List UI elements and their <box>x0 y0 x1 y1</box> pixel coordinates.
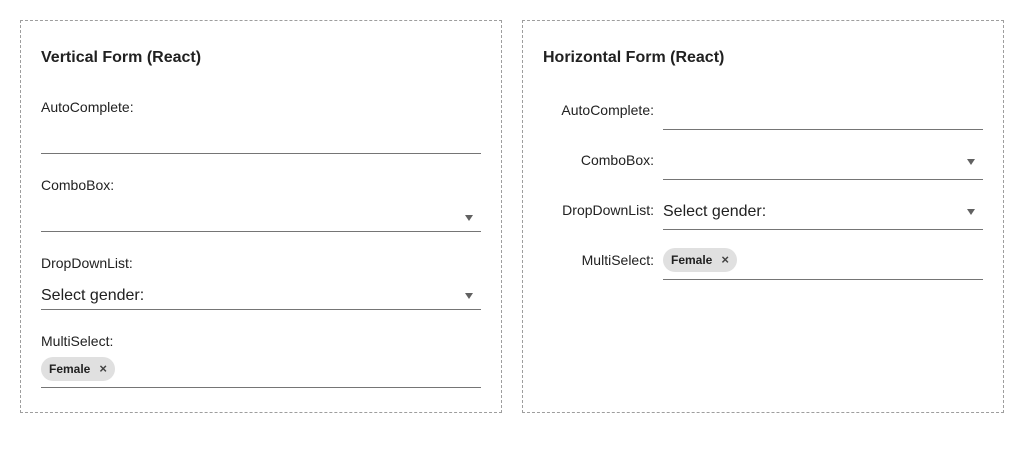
multiselect-label: MultiSelect: <box>41 333 114 349</box>
vertical-dropdownlist-field: DropDownList: Select gender: <box>41 254 481 310</box>
dropdownlist-value: Select gender: <box>41 287 145 304</box>
multiselect-label: MultiSelect: <box>581 252 654 268</box>
combobox-input[interactable] <box>41 204 481 232</box>
horizontal-multiselect-field: MultiSelect: Female × <box>523 240 1003 280</box>
combobox-label: ComboBox: <box>580 152 654 168</box>
vertical-form-title: Vertical Form (React) <box>41 49 202 66</box>
page: Vertical Form (React) AutoComplete: Comb… <box>0 0 1024 452</box>
multiselect-input[interactable]: Female × <box>663 240 983 280</box>
chevron-down-icon[interactable] <box>465 215 473 221</box>
dropdownlist-label: DropDownList: <box>562 202 654 218</box>
combobox-label: ComboBox: <box>41 177 115 193</box>
horizontal-form-panel: Horizontal Form (React) AutoComplete: Co… <box>522 20 1004 413</box>
autocomplete-input[interactable] <box>663 90 983 130</box>
multiselect-input[interactable]: Female × <box>41 357 481 388</box>
vertical-combobox-field: ComboBox: <box>41 176 481 232</box>
horizontal-form-title: Horizontal Form (React) <box>543 49 725 66</box>
close-icon[interactable]: × <box>99 357 107 381</box>
dropdownlist-label: DropDownList: <box>41 255 133 271</box>
autocomplete-input[interactable] <box>41 126 481 154</box>
dropdownlist-input[interactable]: Select gender: <box>41 282 481 310</box>
chevron-down-icon[interactable] <box>465 293 473 299</box>
vertical-form-panel: Vertical Form (React) AutoComplete: Comb… <box>20 20 502 413</box>
chip-label: Female <box>671 253 713 267</box>
chip-label: Female <box>49 362 91 376</box>
vertical-multiselect-field: MultiSelect: Female × <box>41 332 481 388</box>
chevron-down-icon[interactable] <box>967 159 975 165</box>
horizontal-autocomplete-field: AutoComplete: <box>523 90 1003 130</box>
dropdownlist-value: Select gender: <box>663 203 767 220</box>
combobox-input[interactable] <box>663 140 983 180</box>
dropdownlist-input[interactable]: Select gender: <box>663 190 983 230</box>
autocomplete-label: AutoComplete: <box>41 99 134 115</box>
multiselect-chip[interactable]: Female × <box>663 248 737 272</box>
vertical-autocomplete-field: AutoComplete: <box>41 98 481 154</box>
multiselect-chip[interactable]: Female × <box>41 357 115 381</box>
chevron-down-icon[interactable] <box>967 209 975 215</box>
horizontal-combobox-field: ComboBox: <box>523 140 1003 180</box>
autocomplete-label: AutoComplete: <box>561 102 654 118</box>
horizontal-dropdownlist-field: DropDownList: Select gender: <box>523 190 1003 230</box>
close-icon[interactable]: × <box>721 248 729 272</box>
